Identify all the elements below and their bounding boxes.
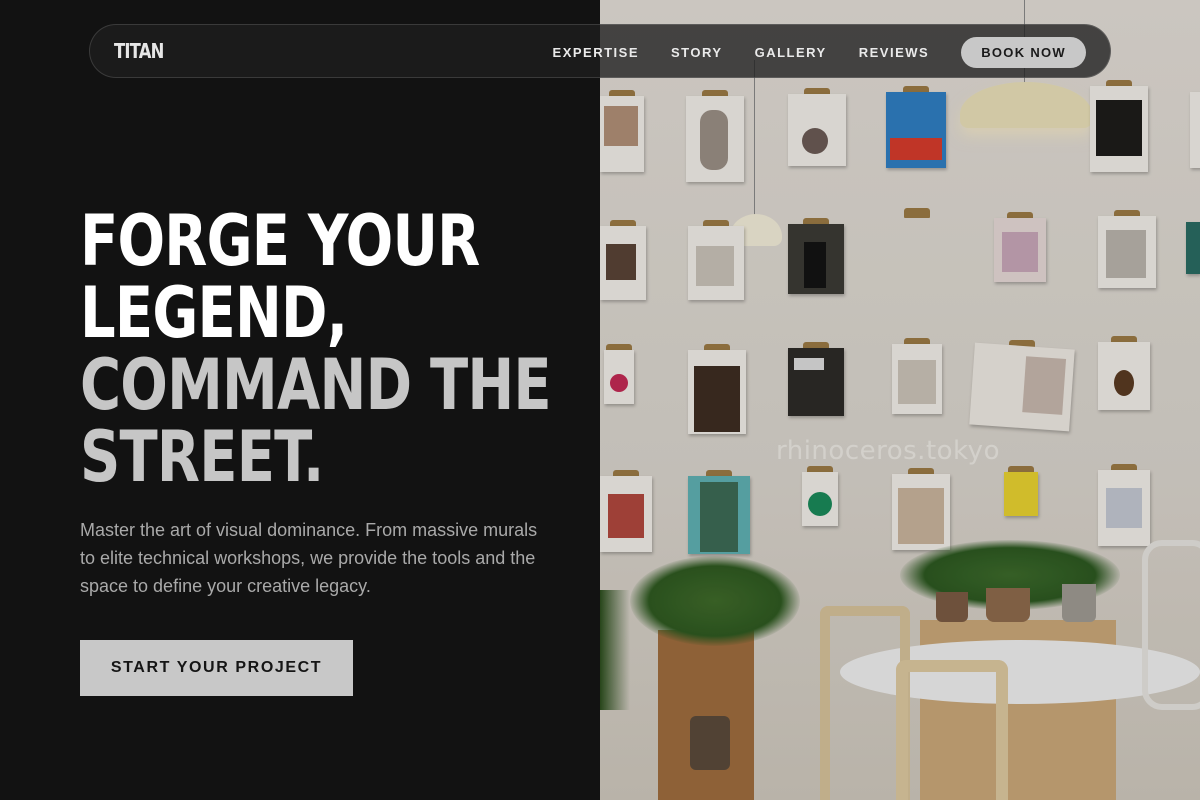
titan-logo[interactable]: TITAN — [114, 39, 164, 63]
book-now-button[interactable]: BOOK NOW — [961, 36, 1086, 68]
hero-headline: FORGE YOUR LEGEND, COMMAND THE STREET. — [80, 205, 560, 493]
hero-panel: FORGE YOUR LEGEND, COMMAND THE STREET. M… — [0, 0, 600, 800]
hero-photo: rhinoceros.tokyo — [600, 0, 1200, 800]
photo-overlay — [600, 0, 1200, 800]
hero-headline-line-3: COMMAND THE — [80, 344, 552, 426]
studio-photo: rhinoceros.tokyo — [600, 0, 1200, 800]
nav-link-reviews[interactable]: REVIEWS — [859, 45, 929, 60]
hero-headline-line-2: LEGEND, — [80, 272, 348, 354]
start-project-button[interactable]: START YOUR PROJECT — [80, 640, 353, 696]
nav-link-story[interactable]: STORY — [671, 45, 723, 60]
nav-link-expertise[interactable]: EXPERTISE — [553, 45, 639, 60]
nav-link-gallery[interactable]: GALLERY — [755, 45, 827, 60]
hero-headline-line-4: STREET. — [80, 416, 324, 498]
top-navigation: TITAN EXPERTISE STORY GALLERY REVIEWS BO… — [89, 24, 1111, 78]
hero-headline-line-1: FORGE YOUR — [80, 200, 480, 282]
hero-description: Master the art of visual dominance. From… — [80, 520, 538, 596]
photo-watermark: rhinoceros.tokyo — [776, 436, 1000, 466]
nav-links: EXPERTISE STORY GALLERY REVIEWS BOOK NOW — [553, 25, 1086, 79]
